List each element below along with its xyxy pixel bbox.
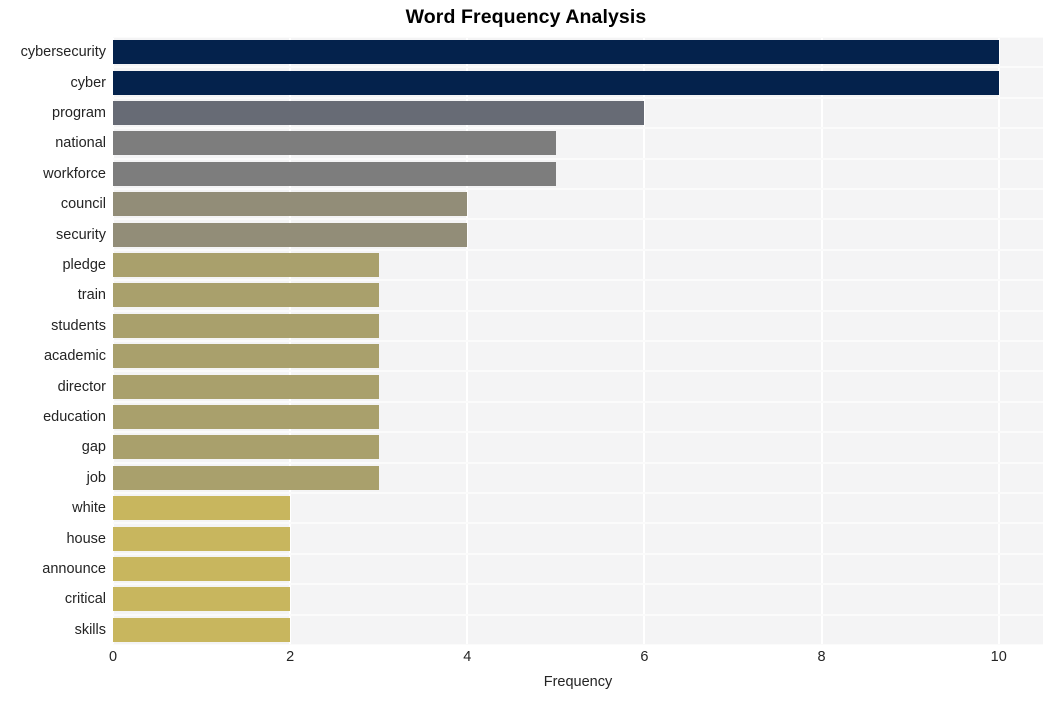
y-gridline xyxy=(113,644,1043,645)
y-tick-label: education xyxy=(43,409,106,425)
y-gridline xyxy=(113,492,1043,494)
y-tick-label: director xyxy=(57,378,106,395)
y-tick-label: job xyxy=(86,469,106,486)
y-tick-label: cybersecurity xyxy=(20,44,106,61)
y-tick-label: national xyxy=(55,135,106,152)
x-tick-label: 6 xyxy=(640,649,649,665)
bar[interactable] xyxy=(113,405,379,429)
y-gridline xyxy=(113,37,1043,38)
bar[interactable] xyxy=(113,344,379,369)
y-gridline xyxy=(113,340,1043,342)
y-gridline xyxy=(113,583,1043,586)
x-tick-label: 10 xyxy=(990,649,1007,665)
y-gridline xyxy=(113,461,1043,464)
x-tick-label: 0 xyxy=(108,649,118,665)
y-tick-label: train xyxy=(77,287,106,304)
y-gridline xyxy=(113,400,1043,403)
x-tick-label: 8 xyxy=(817,649,826,665)
y-gridline xyxy=(113,188,1043,190)
y-tick-label: pledge xyxy=(62,257,106,273)
y-gridline xyxy=(113,370,1043,373)
y-gridline xyxy=(113,96,1043,99)
y-tick-label: critical xyxy=(64,591,106,608)
y-tick-label: program xyxy=(52,105,106,121)
y-gridline xyxy=(113,431,1043,434)
y-tick-label: academic xyxy=(43,348,106,365)
x-axis-title: Frequency xyxy=(543,674,613,690)
bar[interactable] xyxy=(113,557,291,581)
y-tick-label: council xyxy=(60,196,106,213)
bar[interactable] xyxy=(113,587,291,612)
bar[interactable] xyxy=(113,496,291,521)
bar[interactable] xyxy=(113,374,379,399)
bar[interactable] xyxy=(113,192,468,217)
bar[interactable] xyxy=(113,465,379,490)
y-gridline xyxy=(113,218,1043,221)
bar[interactable] xyxy=(113,526,291,551)
y-tick-label: house xyxy=(66,530,106,547)
y-tick-label: workforce xyxy=(43,165,106,182)
bar[interactable] xyxy=(113,253,379,277)
bar[interactable] xyxy=(113,161,556,186)
x-tick-label: 4 xyxy=(463,649,472,665)
y-gridline xyxy=(113,66,1043,69)
y-gridline xyxy=(113,309,1043,312)
bar[interactable] xyxy=(113,131,556,156)
bar[interactable] xyxy=(113,283,379,308)
chart-figure: Word Frequency Analysis cybersecurity cyb… xyxy=(0,0,1052,701)
y-tick-label: announce xyxy=(42,561,106,577)
y-gridline xyxy=(113,613,1043,616)
y-gridline xyxy=(113,248,1043,251)
x-axis-tick-labels: 0 2 4 6 8 10 xyxy=(109,649,1043,671)
chart-title: Word Frequency Analysis xyxy=(405,6,647,28)
y-gridline xyxy=(113,279,1043,282)
y-gridline xyxy=(113,127,1043,130)
bar[interactable] xyxy=(113,435,379,460)
bar[interactable] xyxy=(113,222,468,247)
y-gridline xyxy=(113,552,1043,555)
y-tick-label: skills xyxy=(74,621,106,638)
bar[interactable] xyxy=(113,101,645,125)
y-tick-label: students xyxy=(51,317,106,334)
y-tick-label: white xyxy=(72,500,106,517)
bar[interactable] xyxy=(113,313,379,338)
y-axis-tick-labels: cybersecurity cyber program national workfor… xyxy=(0,37,106,645)
bar[interactable] xyxy=(113,40,999,65)
plot-area xyxy=(113,37,1043,645)
y-gridline xyxy=(113,157,1043,160)
bar[interactable] xyxy=(113,617,291,642)
x-tick-label: 2 xyxy=(286,649,295,665)
y-tick-label: cyber xyxy=(70,74,106,91)
y-tick-label: gap xyxy=(81,439,106,456)
bar[interactable] xyxy=(113,70,999,95)
y-gridline xyxy=(113,522,1043,525)
y-tick-label: security xyxy=(56,226,106,243)
